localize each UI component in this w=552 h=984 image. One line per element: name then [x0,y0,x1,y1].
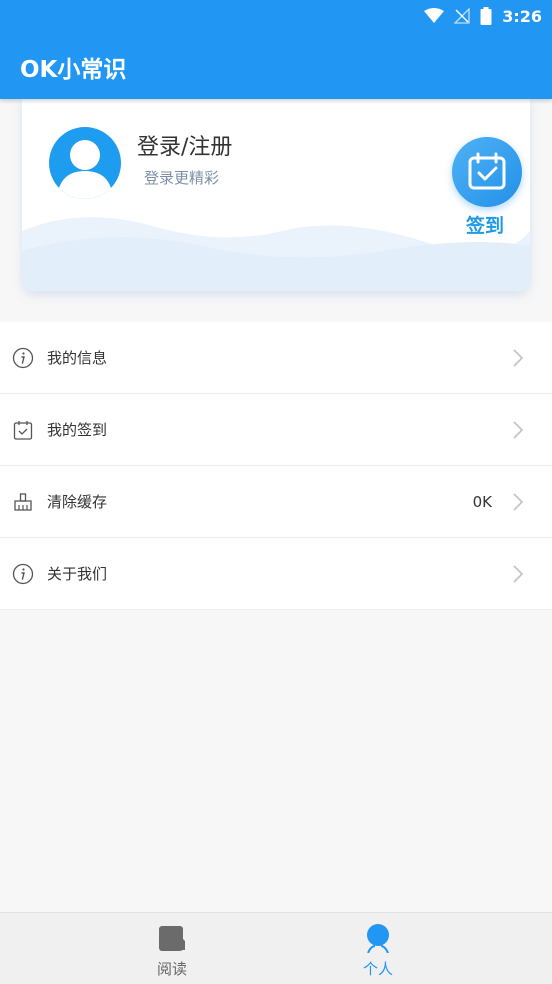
menu-item-clear-cache[interactable]: 清除缓存 0K [0,466,552,538]
app-bar: 3:26 OK小常识 [0,0,552,99]
card-wave-decoration [22,217,530,291]
person-icon [367,924,389,953]
info-icon [12,563,34,585]
nav-label: 个人 [362,960,393,978]
status-bar: 3:26 [424,5,542,27]
chevron-right-icon [513,493,524,511]
profile-card: 登录/注册 登录更精彩 签到 [22,99,530,291]
chevron-right-icon [513,421,524,439]
checkin-label[interactable]: 签到 [466,211,504,238]
app-title: OK小常识 [20,57,127,83]
login-register-link[interactable]: 登录/注册 [137,129,232,161]
tab-personal[interactable]: 个人 [328,913,428,984]
status-time: 3:26 [502,6,542,26]
menu-item-about-us[interactable]: 关于我们 [0,538,552,610]
login-subtitle: 登录更精彩 [144,169,220,187]
book-icon [159,926,185,951]
tab-read[interactable]: 阅读 [122,913,222,984]
menu-item-my-checkin[interactable]: 我的签到 [0,394,552,466]
avatar[interactable] [49,127,121,199]
checkin-calendar-icon [13,421,33,440]
menu-item-label: 我的信息 [47,349,108,367]
cache-size-value: 0K [472,492,492,511]
menu-item-label: 我的签到 [47,421,108,439]
battery-icon [480,7,492,25]
menu-item-label: 清除缓存 [47,493,108,511]
broom-icon [14,493,32,511]
calendar-check-icon [468,152,506,190]
no-signal-icon [454,8,470,24]
default-avatar-icon [57,140,113,199]
info-icon [12,347,34,369]
settings-menu: 我的信息 我的签到 清除缓存 0K 关于我们 [0,322,552,610]
nav-label: 阅读 [156,960,187,978]
menu-item-label: 关于我们 [47,565,108,583]
wifi-icon [424,8,445,23]
menu-item-my-info[interactable]: 我的信息 [0,322,552,394]
chevron-right-icon [513,349,524,367]
bottom-navigation: 阅读 个人 [0,912,552,984]
checkin-button[interactable] [452,137,522,207]
chevron-right-icon [513,565,524,583]
